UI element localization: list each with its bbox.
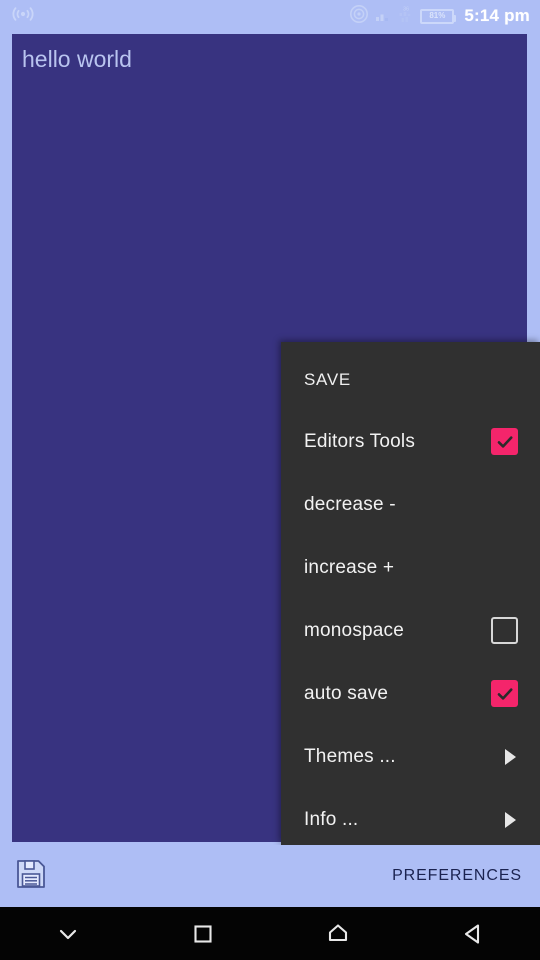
- back-icon: [464, 923, 479, 944]
- bottom-action-bar: PREFERENCES: [0, 845, 540, 907]
- status-bar-left: [12, 5, 34, 28]
- svg-text:36: 36: [403, 7, 409, 13]
- cast-icon: [349, 4, 369, 29]
- menu-item-decrease[interactable]: decrease -: [281, 473, 540, 536]
- phone-screen: 36 81% 5:14 pm hello world SAVE Editors …: [0, 0, 540, 960]
- save-button[interactable]: [14, 857, 48, 896]
- preferences-popup-menu: SAVE Editors Tools decrease - increase +…: [281, 342, 540, 845]
- home-button[interactable]: [270, 907, 405, 960]
- menu-item-editors-tools-label: Editors Tools: [304, 430, 416, 452]
- checkbox-monospace-unchecked-icon[interactable]: [491, 617, 518, 644]
- status-bar-right: 36 81% 5:14 pm: [349, 4, 530, 29]
- checkbox-editors-tools-checked-icon[interactable]: [491, 428, 518, 455]
- chevron-right-icon: [505, 811, 516, 828]
- menu-item-monospace[interactable]: monospace: [281, 599, 540, 662]
- battery-icon: 81%: [420, 8, 457, 24]
- menu-item-increase-label: increase +: [304, 556, 395, 578]
- menu-item-auto-save[interactable]: auto save: [281, 662, 540, 725]
- hide-keyboard-icon: [59, 929, 76, 939]
- chevron-right-icon: [505, 748, 516, 765]
- back-button[interactable]: [405, 907, 540, 960]
- dual-sim-icon: 36: [398, 4, 414, 28]
- floppy-disk-save-icon: [17, 859, 45, 888]
- battery-percent-label: 81%: [429, 11, 446, 20]
- signal-bars-icon: [375, 5, 392, 27]
- menu-item-editors-tools[interactable]: Editors Tools: [281, 410, 540, 473]
- status-bar-clock: 5:14 pm: [464, 6, 530, 25]
- menu-item-monospace-label: monospace: [304, 619, 405, 641]
- android-navigation-bar: [0, 907, 540, 960]
- menu-item-save[interactable]: SAVE: [281, 350, 540, 410]
- status-bar: 36 81% 5:14 pm: [0, 0, 540, 32]
- hide-keyboard-button[interactable]: [0, 907, 135, 960]
- menu-item-save-label: SAVE: [304, 370, 351, 389]
- broadcast-icon: [12, 5, 34, 28]
- preferences-button[interactable]: PREFERENCES: [392, 867, 522, 885]
- checkbox-auto-save-checked-icon[interactable]: [491, 680, 518, 707]
- menu-item-info-label: Info ...: [304, 808, 359, 830]
- menu-item-increase[interactable]: increase +: [281, 536, 540, 599]
- editor-text-content[interactable]: hello world: [12, 34, 527, 74]
- menu-item-auto-save-label: auto save: [304, 682, 389, 704]
- home-icon: [328, 923, 347, 941]
- menu-item-decrease-label: decrease -: [304, 493, 396, 515]
- recents-button[interactable]: [135, 907, 270, 960]
- menu-item-themes-label: Themes ...: [304, 745, 396, 767]
- menu-item-info[interactable]: Info ...: [281, 788, 540, 851]
- recents-icon: [193, 924, 212, 943]
- menu-item-themes[interactable]: Themes ...: [281, 725, 540, 788]
